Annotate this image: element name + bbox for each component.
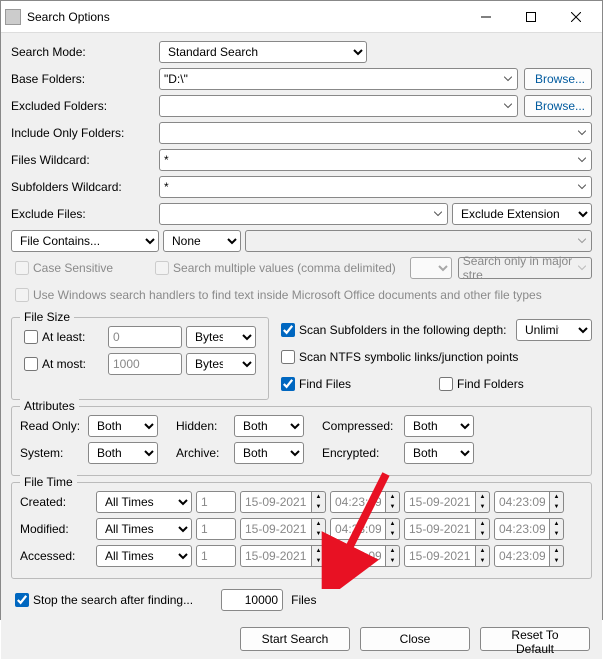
modified-date-from[interactable]: ▲▼ xyxy=(240,518,326,540)
modified-time-from[interactable]: ▲▼ xyxy=(330,518,400,540)
scan-ntfs-checkbox[interactable]: Scan NTFS symbolic links/junction points xyxy=(277,347,518,367)
created-time-from[interactable]: ▲▼ xyxy=(330,491,400,513)
reset-default-button[interactable]: Reset To Default xyxy=(480,627,590,651)
accessed-count[interactable] xyxy=(196,545,236,567)
encrypted-label: Encrypted: xyxy=(322,446,398,460)
stop-after-checkbox[interactable]: Stop the search after finding... xyxy=(11,590,193,610)
find-folders-checkbox[interactable]: Find Folders xyxy=(435,374,524,394)
created-time-to[interactable]: ▲▼ xyxy=(494,491,564,513)
spin-up-icon[interactable]: ▲ xyxy=(312,492,325,502)
modified-time-to[interactable]: ▲▼ xyxy=(494,518,564,540)
app-icon xyxy=(5,9,21,25)
search-mode-label: Search Mode: xyxy=(11,45,159,59)
chevron-down-icon xyxy=(578,266,586,271)
modified-mode-select[interactable]: All Times xyxy=(96,518,192,540)
file-size-legend: File Size xyxy=(20,310,74,324)
start-search-button[interactable]: Start Search xyxy=(240,627,350,651)
created-mode-select[interactable]: All Times xyxy=(96,491,192,513)
accessed-time-to[interactable]: ▲▼ xyxy=(494,545,564,567)
at-least-input[interactable] xyxy=(108,326,182,348)
created-count[interactable] xyxy=(196,491,236,513)
subfolders-wildcard-label: Subfolders Wildcard: xyxy=(11,180,159,194)
exclude-extensions-select[interactable]: Exclude Extensions List xyxy=(452,203,592,225)
at-least-checkbox[interactable]: At least: xyxy=(20,327,100,347)
accessed-time-from[interactable]: ▲▼ xyxy=(330,545,400,567)
close-window-button[interactable] xyxy=(553,2,598,32)
created-label: Created: xyxy=(20,495,92,509)
find-files-checkbox[interactable]: Find Files xyxy=(277,374,427,394)
depth-select[interactable]: Unlimited xyxy=(516,319,592,341)
chevron-down-icon xyxy=(434,212,442,217)
created-date-to[interactable]: ▲▼ xyxy=(404,491,490,513)
compressed-label: Compressed: xyxy=(322,419,398,433)
accessed-label: Accessed: xyxy=(20,549,92,563)
titlebar: Search Options xyxy=(1,1,602,33)
encrypted-select[interactable]: Both xyxy=(404,442,474,464)
hidden-label: Hidden: xyxy=(176,419,228,433)
file-contains-select[interactable]: File Contains... xyxy=(11,230,159,252)
browse-excluded-button[interactable]: Browse... xyxy=(524,95,592,117)
or-select[interactable]: Or xyxy=(410,257,452,279)
window-title: Search Options xyxy=(27,10,463,24)
chevron-down-icon xyxy=(578,239,586,244)
files-wildcard-input[interactable]: * xyxy=(159,149,592,171)
include-only-label: Include Only Folders: xyxy=(11,126,159,140)
archive-select[interactable]: Both xyxy=(234,442,304,464)
case-sensitive-checkbox[interactable]: Case Sensitive xyxy=(11,258,113,278)
modified-date-to[interactable]: ▲▼ xyxy=(404,518,490,540)
subfolders-wildcard-input[interactable]: * xyxy=(159,176,592,198)
readonly-label: Read Only: xyxy=(20,419,82,433)
multi-values-checkbox[interactable]: Search multiple values (comma delimited) xyxy=(151,258,396,278)
win-handlers-checkbox[interactable]: Use Windows search handlers to find text… xyxy=(11,285,542,305)
base-folders-input[interactable]: "D:\" xyxy=(159,68,518,90)
file-contains-value-input[interactable] xyxy=(245,230,592,252)
created-date-from[interactable]: ▲▼ xyxy=(240,491,326,513)
spin-down-icon[interactable]: ▼ xyxy=(312,502,325,512)
base-folders-label: Base Folders: xyxy=(11,72,159,86)
system-label: System: xyxy=(20,446,82,460)
attributes-legend: Attributes xyxy=(20,399,79,413)
exclude-files-input[interactable] xyxy=(159,203,448,225)
archive-label: Archive: xyxy=(176,446,228,460)
accessed-date-from[interactable]: ▲▼ xyxy=(240,545,326,567)
files-wildcard-label: Files Wildcard: xyxy=(11,153,159,167)
excluded-folders-input[interactable] xyxy=(159,95,518,117)
excluded-folders-label: Excluded Folders: xyxy=(11,99,159,113)
browse-base-button[interactable]: Browse... xyxy=(524,68,592,90)
search-mode-select[interactable]: Standard Search xyxy=(159,41,367,63)
system-select[interactable]: Both xyxy=(88,442,158,464)
chevron-down-icon xyxy=(578,158,586,163)
maximize-button[interactable] xyxy=(508,2,553,32)
modified-count[interactable] xyxy=(196,518,236,540)
compressed-select[interactable]: Both xyxy=(404,415,474,437)
stop-files-label: Files xyxy=(291,593,316,607)
file-contains-mode-select[interactable]: None xyxy=(163,230,241,252)
chevron-down-icon xyxy=(504,104,512,109)
readonly-select[interactable]: Both xyxy=(88,415,158,437)
minimize-button[interactable] xyxy=(463,2,508,32)
file-time-legend: File Time xyxy=(20,475,77,489)
accessed-mode-select[interactable]: All Times xyxy=(96,545,192,567)
accessed-date-to[interactable]: ▲▼ xyxy=(404,545,490,567)
at-most-checkbox[interactable]: At most: xyxy=(20,354,100,374)
at-most-unit-select[interactable]: Bytes xyxy=(186,353,256,375)
at-most-input[interactable] xyxy=(108,353,182,375)
at-least-unit-select[interactable]: Bytes xyxy=(186,326,256,348)
major-streams-input[interactable]: Search only in major stre xyxy=(458,257,592,279)
exclude-files-label: Exclude Files: xyxy=(11,207,159,221)
hidden-select[interactable]: Both xyxy=(234,415,304,437)
modified-label: Modified: xyxy=(20,522,92,536)
include-only-input[interactable] xyxy=(159,122,592,144)
close-button[interactable]: Close xyxy=(360,627,470,651)
chevron-down-icon xyxy=(578,185,586,190)
chevron-down-icon xyxy=(504,77,512,82)
stop-count-input[interactable] xyxy=(221,589,283,611)
chevron-down-icon xyxy=(578,131,586,136)
scan-subfolders-checkbox[interactable]: Scan Subfolders in the following depth: xyxy=(277,320,506,340)
base-folders-value: "D:\" xyxy=(164,72,188,86)
